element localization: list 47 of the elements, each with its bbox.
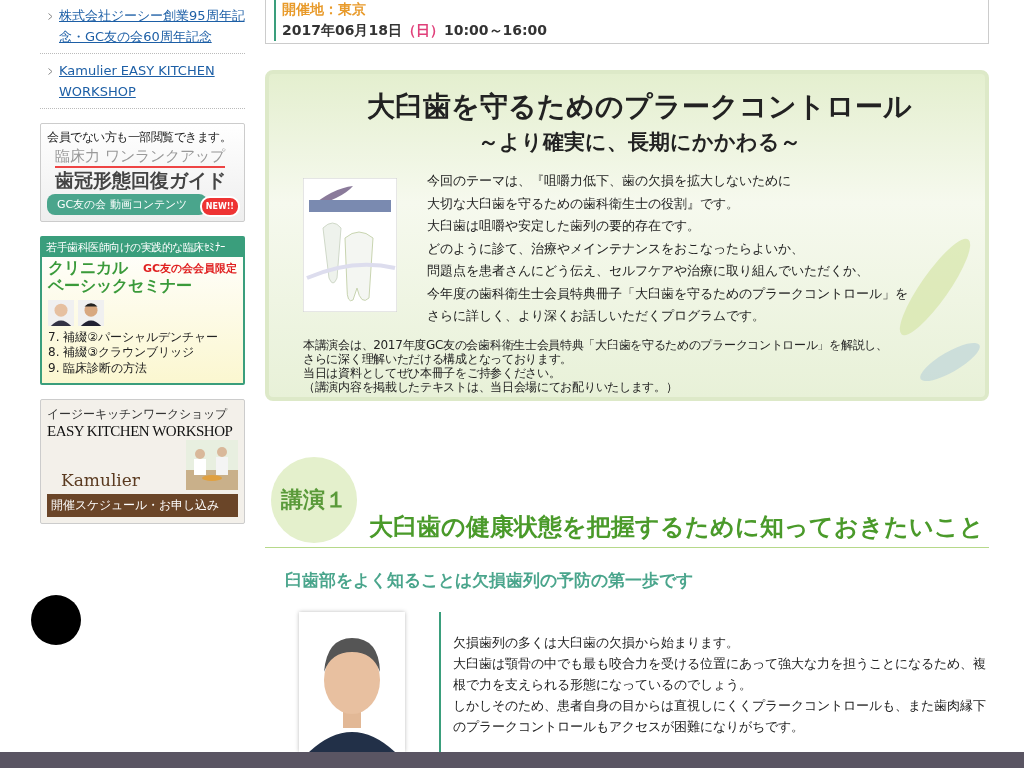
intro-line: 今年度の歯科衛生士会員特典冊子「大臼歯を守るためのプラークコントロール」を (427, 284, 908, 303)
seminar-item: 9. 臨床診断の方法 (48, 360, 149, 377)
lecture-paragraph: 大臼歯は顎骨の中でも最も咬合力を受ける位置にあって強大な力を担うことになるため、複根で力を支えられる形態になっているのでしょう。 (453, 655, 987, 694)
intro-line: 大切な大臼歯を守るための歯科衛生士の役割』です。 (427, 194, 740, 213)
floating-button[interactable] (31, 595, 81, 645)
banner-title: EASY KITCHEN WORKSHOP (47, 422, 234, 440)
note-line: さらに深く理解いただける構成となっております。 (303, 351, 574, 366)
lecture-title: 大臼歯の健康状態を把握するために知っておきたいこと (369, 512, 984, 543)
event-weekday: （日） (401, 21, 444, 40)
intro-line: 大臼歯は咀嚼や安定した歯列の要的存在です。 (427, 217, 701, 235)
new-badge: NEW!! (199, 196, 240, 217)
note-line: 当日は資料としてぜひ本冊子をご持参ください。 (303, 365, 562, 380)
seminar-item: 7. 補綴②パーシャルデンチャー (48, 329, 220, 346)
event-venue: 開催地：東京 (282, 0, 367, 19)
banner-title: 歯冠形態回復ガイド (55, 168, 227, 193)
banner-tag: GC友の会会員限定 (142, 260, 237, 276)
banner-title: クリニカル (48, 259, 128, 278)
lecture-paragraph: 欠損歯列の多くは大臼歯の欠損から始まります。 (453, 634, 740, 652)
feature-subtitle: ～より確実に、長期にかかわる～ (476, 129, 802, 156)
sidebar-link[interactable]: Kamulier EASY KITCHEN WORKSHOP (59, 60, 245, 102)
banner-header: 若手歯科医師向けの実践的な臨床ｾﾐﾅｰ (42, 238, 243, 257)
intro-line: どのように診て、治療やメインテナンスをおこなったらよいか、 (427, 239, 805, 258)
banner-title: ベーシックセミナー (48, 277, 193, 296)
event-date: 2017年06月18日 (282, 21, 402, 40)
banner-note: 会員でない方も一部閲覧できます。 (47, 130, 232, 145)
intro-line: 問題点を患者さんにどう伝え、セルフケアや治療に取り組んでいただくか、 (427, 262, 870, 280)
seminar-banner[interactable]: 若手歯科医師向けの実践的な臨床ｾﾐﾅｰ クリニカル GC友の会会員限定 ベーシックセミナー 7. 補綴②パーシャルデンチャー 8. 補綴③クラウンブリッジ 9. 臨床診断の方法 (40, 236, 245, 385)
note-line: （講演内容を掲載したテキストは、当日会場にてお配りいたします。） (303, 379, 679, 394)
note-line: 本講演会は、2017年度GC友の会歯科衛生士会員特典「大臼歯を守るためのプラークコントロール」を解説し、 (303, 337, 889, 352)
lecture-number: 講演１ (271, 457, 357, 543)
chevron-icon (48, 68, 53, 75)
lecture-subtitle: 臼歯部をよく知ることは欠損歯列の予防の第一歩です (285, 570, 694, 592)
chevron-icon (48, 13, 53, 20)
video-banner[interactable]: 会員でない方も一部閲覧できます。 臨床力 ワンランクアップ 歯冠形態回復ガイド GC友の会 動画コンテンツ NEW!! (40, 123, 245, 222)
banner-kicker: イージーキッチンワークショップ (47, 405, 229, 423)
sidebar-link[interactable]: 株式会社ジーシー創業95周年記念・GC友の会60周年記念 (59, 5, 245, 47)
intro-line: さらに詳しく、より深くお話しいただくプログラムです。 (427, 307, 766, 325)
event-time: 10:00～16:00 (443, 21, 548, 40)
lecture-paragraph: しかしそのため、患者自身の目からは直視しにくくプラークコントロールも、また歯肉縁下のプラークコントロールもアクセスが困難になりがちです。 (453, 697, 987, 736)
feature-title: 大臼歯を守るためのプラークコントロール (365, 89, 913, 125)
schedule-link[interactable]: 開催スケジュール・お申し込み (47, 493, 238, 517)
seminar-item: 8. 補綴③クラウンブリッジ (48, 345, 196, 361)
workshop-banner[interactable]: イージーキッチンワークショップ EASY KITCHEN WORKSHOP Kamulier 開催スケジュール・お申し込み (40, 398, 245, 524)
banner-kicker: 臨床力 ワンランクアップ (55, 147, 225, 168)
banner-ribbon: GC友の会 動画コンテンツ (47, 194, 207, 215)
brand-logo: Kamulier (61, 469, 140, 490)
intro-line: 今回のテーマは、『咀嚼力低下、歯の欠損を拡大しないために (427, 172, 792, 190)
